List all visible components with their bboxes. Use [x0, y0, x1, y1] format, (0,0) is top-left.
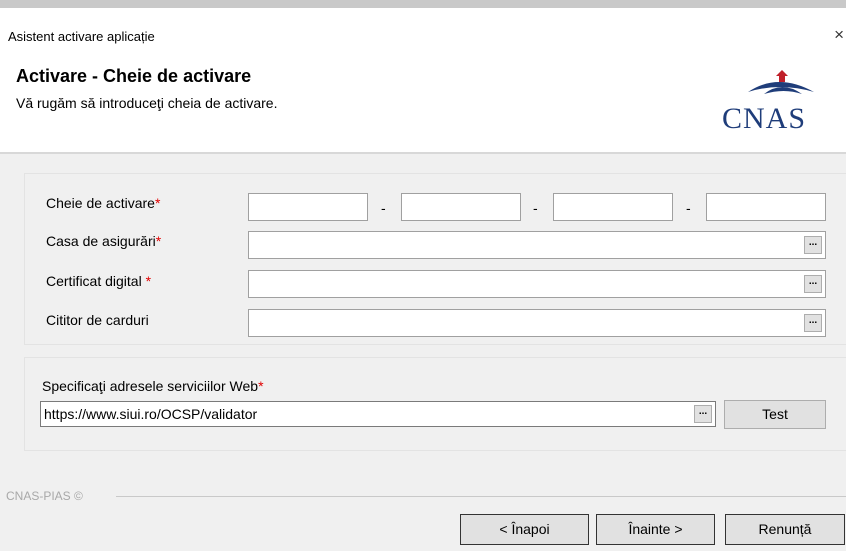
- card-reader-browse-button[interactable]: ...: [804, 314, 822, 332]
- test-button[interactable]: Test: [724, 400, 826, 429]
- close-icon[interactable]: ×: [834, 25, 844, 45]
- card-reader-field[interactable]: ...: [248, 309, 826, 337]
- page-subtitle: Vă rugăm să introduceţi cheia de activar…: [16, 95, 278, 111]
- back-button[interactable]: < Înapoi: [460, 514, 589, 545]
- required-mark: *: [155, 233, 162, 249]
- window-title: Asistent activare aplicație: [8, 29, 155, 44]
- url-browse-button[interactable]: ...: [694, 405, 712, 423]
- key-separator: -: [533, 200, 538, 216]
- next-button[interactable]: Înainte >: [596, 514, 715, 545]
- page-title: Activare - Cheie de activare: [16, 66, 252, 86]
- key-separator: -: [381, 200, 386, 216]
- cancel-button[interactable]: Renunță: [725, 514, 845, 545]
- insurance-field[interactable]: ...: [248, 231, 826, 259]
- key-separator: -: [686, 200, 691, 216]
- web-service-url-field[interactable]: https://www.siui.ro/OCSP/validator ...: [40, 401, 716, 427]
- certificate-field[interactable]: ...: [248, 270, 826, 298]
- footer-brand: CNAS-PIAS ©: [6, 489, 83, 503]
- activation-key-label: Cheie de activare*: [46, 195, 161, 211]
- insurance-browse-button[interactable]: ...: [804, 236, 822, 254]
- required-mark: *: [145, 273, 152, 289]
- certificate-label: Certificat digital *: [46, 273, 152, 289]
- insurance-label: Casa de asigurări*: [46, 233, 162, 249]
- window-top-border: [0, 0, 846, 19]
- required-mark: *: [258, 378, 264, 394]
- required-mark: *: [154, 195, 161, 211]
- certificate-browse-button[interactable]: ...: [804, 275, 822, 293]
- activation-key-part-1[interactable]: [248, 193, 368, 221]
- footer-separator: [116, 496, 846, 497]
- activation-key-part-3[interactable]: [553, 193, 673, 221]
- card-reader-label: Cititor de carduri: [46, 312, 149, 328]
- activation-key-part-2[interactable]: [401, 193, 521, 221]
- web-services-label: Specificaţi adresele serviciilor Web*: [42, 378, 264, 394]
- activation-key-part-4[interactable]: [706, 193, 826, 221]
- web-service-url: https://www.siui.ro/OCSP/validator: [44, 406, 258, 422]
- logo-text: CNAS: [722, 102, 807, 135]
